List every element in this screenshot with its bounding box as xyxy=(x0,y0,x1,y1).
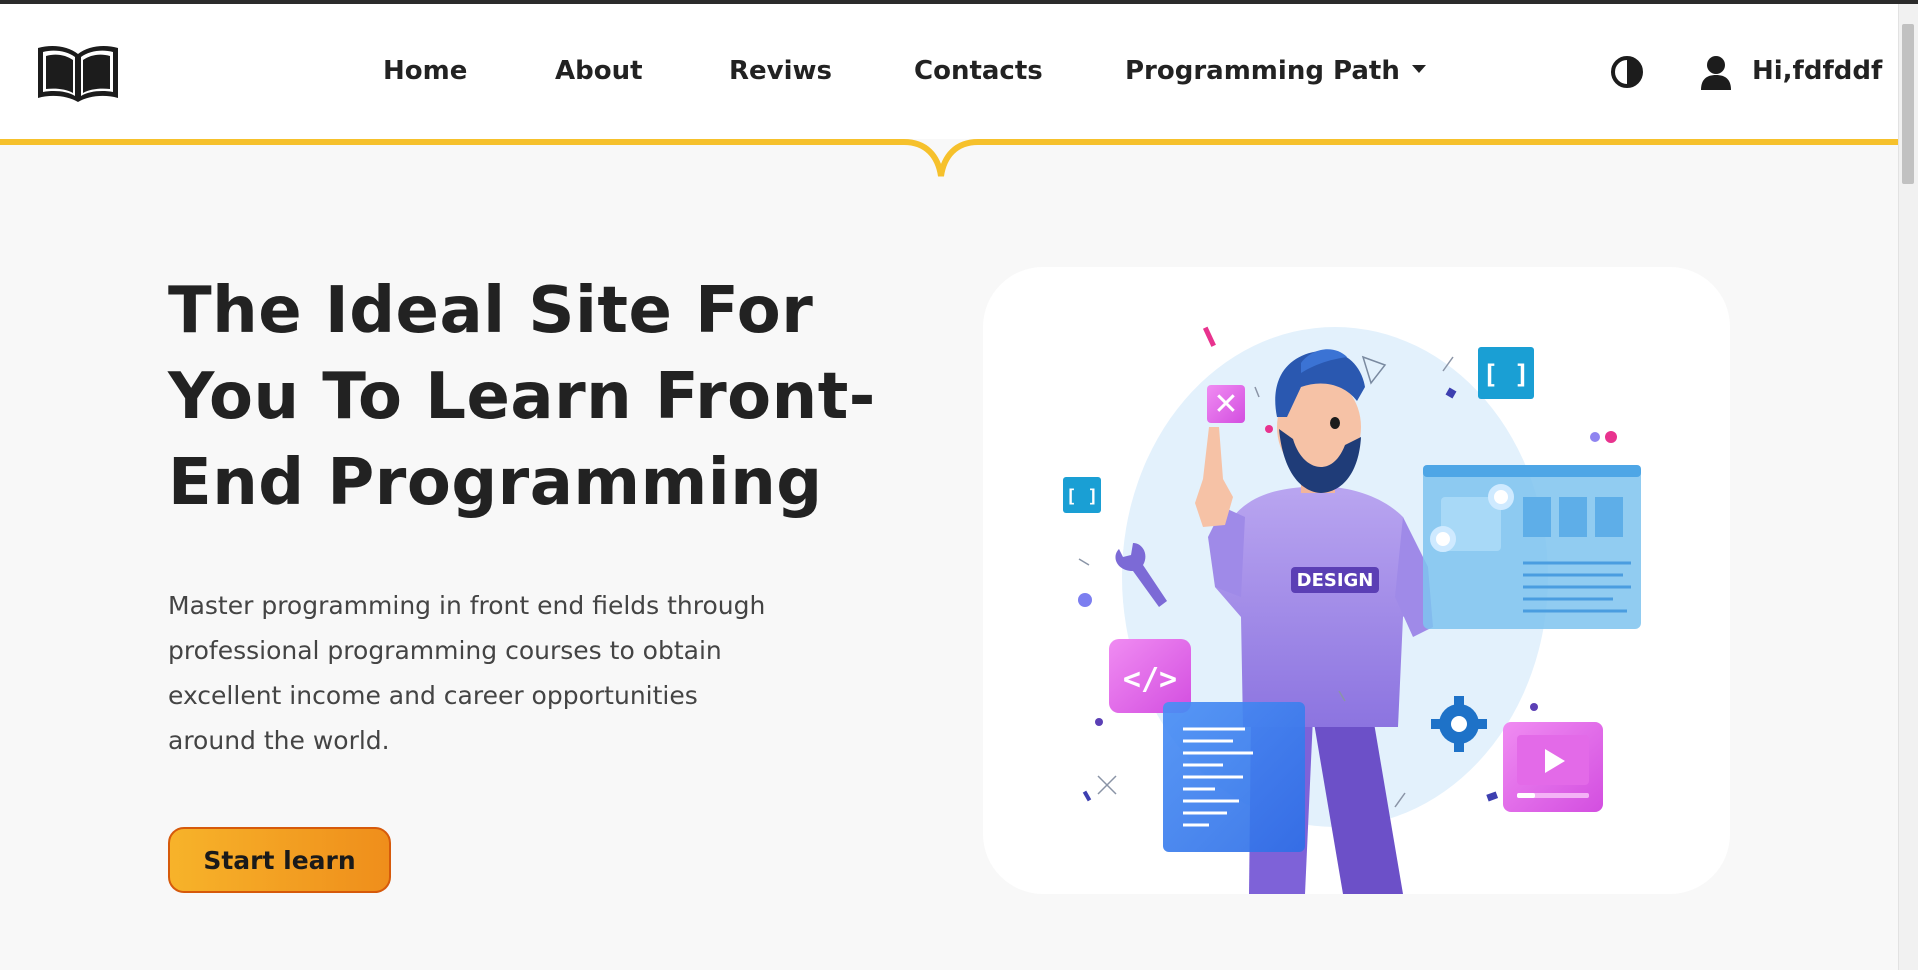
bracket-tile-small: [ ] xyxy=(1066,486,1099,507)
site-header: Home About Reviws Contacts Programming P… xyxy=(0,4,1898,139)
start-learn-button[interactable]: Start learn xyxy=(168,827,391,893)
hero-illustration-card: DESIGN ✕ </> [] [] xyxy=(983,267,1730,894)
code-tile-glyph: </> xyxy=(1123,662,1177,697)
header-accent-border xyxy=(0,139,1898,177)
nav-reviews[interactable]: Reviws xyxy=(729,56,832,86)
hero-description: Master programming in front end fields t… xyxy=(168,591,766,755)
close-tile-glyph: ✕ xyxy=(1213,387,1238,422)
developer-illustration: DESIGN ✕ </> [] [] xyxy=(1063,326,1641,894)
open-book-icon[interactable] xyxy=(34,42,122,106)
shirt-design-label: DESIGN xyxy=(1297,570,1374,591)
nav-about[interactable]: About xyxy=(555,56,643,86)
nav-contacts[interactable]: Contacts xyxy=(914,56,1043,86)
page-scrollbar[interactable] xyxy=(1898,4,1918,970)
user-icon xyxy=(1701,56,1731,90)
contrast-icon[interactable] xyxy=(1610,55,1644,89)
nav-home[interactable]: Home xyxy=(383,56,467,86)
hero-title: The Ideal Site For You To Learn Front-En… xyxy=(168,274,876,520)
bracket-tile-large: [ ] xyxy=(1483,360,1530,390)
user-greeting[interactable]: Hi,fdfddf xyxy=(1752,56,1882,86)
scrollbar-thumb[interactable] xyxy=(1902,24,1914,184)
nav-programming-path-label: Programming Path xyxy=(1125,56,1400,86)
chevron-down-icon xyxy=(1411,64,1426,73)
nav-programming-path[interactable]: Programming Path xyxy=(1125,56,1426,86)
